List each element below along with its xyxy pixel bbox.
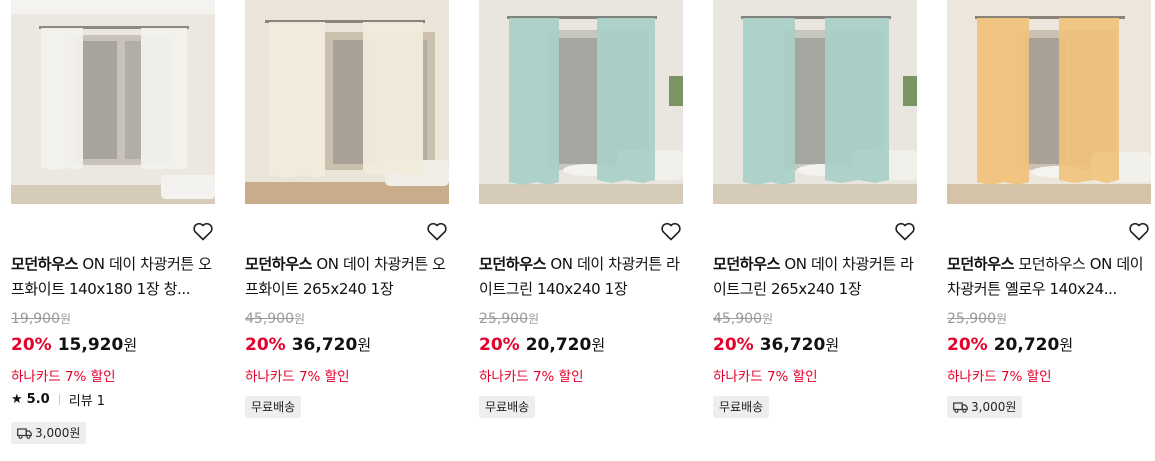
shipping-fee-text: 3,000원 (35, 426, 81, 440)
currency-unit: 원 (123, 336, 138, 354)
card-discount-promo: 하나카드 7% 할인 (479, 369, 584, 385)
sale-price: 20% 20,720원 (479, 334, 605, 355)
original-price-value: 45,900 (245, 311, 294, 327)
curtain-panel-left (269, 22, 325, 178)
free-shipping-badge: 무료배송 (245, 396, 302, 418)
card-discount-promo: 하나카드 7% 할인 (245, 369, 350, 385)
sale-price-value: 36,720 (291, 335, 358, 355)
sale-price: 20% 36,720원 (713, 334, 839, 355)
rating-summary: ★ 5.0 리뷰 1 (11, 390, 105, 409)
truck-icon (953, 402, 968, 413)
truck-icon (17, 428, 32, 439)
product-card[interactable]: 모던하우스 ON 데이 차광커튼 라이트그린 265x240 1장 45,900… (713, 0, 917, 418)
curtain-panel-left (41, 28, 83, 170)
shipping-fee-badge: 3,000원 (11, 422, 87, 444)
free-shipping-text: 무료배송 (719, 400, 764, 414)
brand-name: 모던하우스 (11, 255, 79, 273)
brand-name: 모던하우스 (713, 255, 781, 273)
original-price-value: 25,900 (947, 311, 996, 327)
sale-price: 20% 20,720원 (947, 334, 1073, 355)
curtain-panel-right (597, 18, 655, 183)
curtain-panel-right (1059, 18, 1119, 183)
review-count: 리뷰 1 (68, 394, 106, 409)
original-price-value: 25,900 (479, 311, 528, 327)
currency-unit: 원 (996, 312, 1008, 326)
divider (58, 394, 60, 405)
product-card[interactable]: 모던하우스 ON 데이 차광커튼 오프화이트 140x180 1장 창... 1… (11, 0, 215, 444)
free-shipping-text: 무료배송 (251, 400, 296, 414)
currency-unit: 원 (294, 312, 306, 326)
sale-price-value: 20,720 (993, 335, 1060, 355)
product-title[interactable]: 모던하우스 ON 데이 차광커튼 라이트그린 265x240 1장 (713, 252, 925, 302)
currency-unit: 원 (357, 336, 372, 354)
product-title[interactable]: 모던하우스 ON 데이 차광커튼 오프화이트 140x180 1장 창... (11, 252, 223, 302)
brand-name: 모던하우스 (479, 255, 547, 273)
discount-rate: 20% (479, 335, 520, 355)
shipping-fee-text: 3,000원 (971, 400, 1017, 414)
currency-unit: 원 (825, 336, 840, 354)
product-grid: 모던하우스 ON 데이 차광커튼 오프화이트 140x180 1장 창... 1… (0, 0, 1155, 461)
product-image[interactable] (479, 0, 683, 204)
wishlist-heart-icon[interactable] (659, 219, 683, 243)
original-price: 45,900원 (713, 310, 773, 327)
product-title[interactable]: 모던하우스 ON 데이 차광커튼 오프화이트 265x240 1장 (245, 252, 457, 302)
free-shipping-badge: 무료배송 (479, 396, 536, 418)
product-card[interactable]: 모던하우스 ON 데이 차광커튼 라이트그린 140x240 1장 25,900… (479, 0, 683, 418)
curtain-panel-right (363, 22, 423, 175)
original-price-value: 45,900 (713, 311, 762, 327)
brand-name: 모던하우스 (947, 255, 1015, 273)
discount-rate: 20% (713, 335, 754, 355)
free-shipping-text: 무료배송 (485, 400, 530, 414)
original-price: 25,900원 (479, 310, 539, 327)
card-discount-promo: 하나카드 7% 할인 (11, 369, 116, 385)
wishlist-heart-icon[interactable] (191, 219, 215, 243)
currency-unit: 원 (762, 312, 774, 326)
product-card[interactable]: 모던하우스 모던하우스 ON 데이 차광커튼 옐로우 140x24... 25,… (947, 0, 1151, 418)
wishlist-heart-icon[interactable] (893, 219, 917, 243)
curtain-photo (479, 0, 683, 204)
curtain-panel-right (825, 18, 889, 183)
product-image[interactable] (245, 0, 449, 204)
star-icon: ★ (11, 392, 23, 407)
curtain-panel-left (977, 18, 1029, 185)
currency-unit: 원 (1059, 336, 1074, 354)
shipping-fee-badge: 3,000원 (947, 396, 1023, 418)
wishlist-heart-icon[interactable] (1127, 219, 1151, 243)
curtain-panel-left (743, 18, 795, 185)
curtain-photo (947, 0, 1151, 204)
curtain-photo (245, 0, 449, 204)
product-image[interactable] (11, 0, 215, 204)
discount-rate: 20% (245, 335, 286, 355)
brand-name: 모던하우스 (245, 255, 313, 273)
product-title[interactable]: 모던하우스 ON 데이 차광커튼 라이트그린 140x240 1장 (479, 252, 691, 302)
currency-unit: 원 (528, 312, 540, 326)
discount-rate: 20% (947, 335, 988, 355)
original-price: 19,900원 (11, 310, 71, 327)
currency-unit: 원 (60, 312, 72, 326)
sale-price-value: 36,720 (759, 335, 826, 355)
product-image[interactable] (947, 0, 1151, 204)
curtain-panel-left (509, 18, 559, 185)
original-price-value: 19,900 (11, 311, 60, 327)
free-shipping-badge: 무료배송 (713, 396, 770, 418)
sale-price-value: 15,920 (57, 335, 124, 355)
curtain-photo (713, 0, 917, 204)
currency-unit: 원 (591, 336, 606, 354)
product-card[interactable]: 모던하우스 ON 데이 차광커튼 오프화이트 265x240 1장 45,900… (245, 0, 449, 418)
sale-price: 20% 36,720원 (245, 334, 371, 355)
original-price: 45,900원 (245, 310, 305, 327)
product-title[interactable]: 모던하우스 모던하우스 ON 데이 차광커튼 옐로우 140x24... (947, 252, 1155, 302)
sale-price: 20% 15,920원 (11, 334, 137, 355)
curtain-panel-right (141, 28, 187, 170)
original-price: 25,900원 (947, 310, 1007, 327)
product-image[interactable] (713, 0, 917, 204)
rating-score: 5.0 (26, 392, 50, 407)
discount-rate: 20% (11, 335, 52, 355)
card-discount-promo: 하나카드 7% 할인 (947, 369, 1052, 385)
card-discount-promo: 하나카드 7% 할인 (713, 369, 818, 385)
wishlist-heart-icon[interactable] (425, 219, 449, 243)
sale-price-value: 20,720 (525, 335, 592, 355)
curtain-photo (11, 0, 215, 204)
